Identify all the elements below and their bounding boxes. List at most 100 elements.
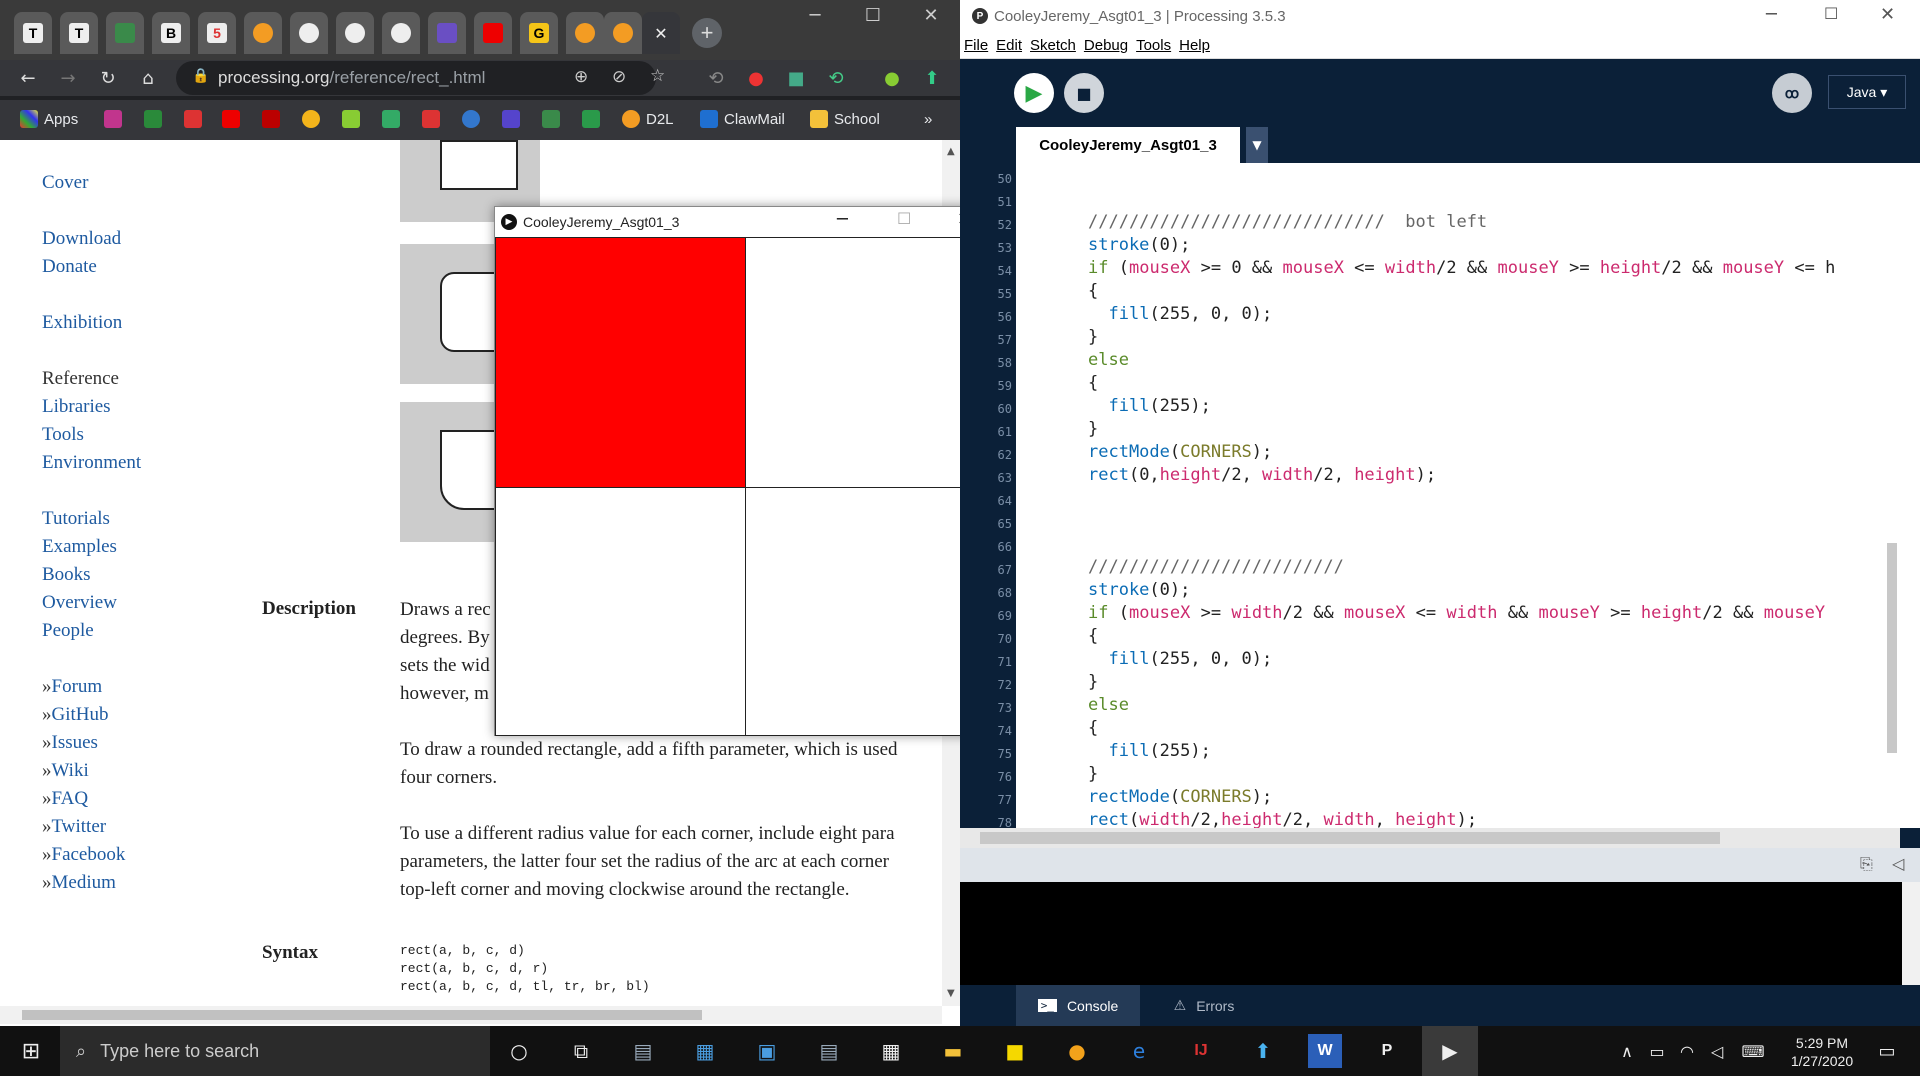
scroll-down-icon[interactable]: ▼ (947, 988, 955, 999)
console-scrollbar[interactable] (1902, 882, 1920, 985)
app-icon[interactable]: ▤ (626, 1034, 660, 1068)
editor-horizontal-scrollbar[interactable] (960, 828, 1900, 848)
bookmark[interactable] (542, 108, 566, 130)
nav-examples[interactable]: Examples (42, 536, 117, 558)
star-icon[interactable]: ☆ (650, 66, 665, 86)
browser-tab[interactable] (474, 12, 512, 54)
menu-edit[interactable]: Edit (996, 37, 1022, 54)
zoom-icon[interactable]: ⊕ (574, 67, 588, 87)
scroll-thumb[interactable] (22, 1010, 702, 1020)
ext-link-forum[interactable]: »Forum (42, 676, 102, 698)
app-icon[interactable]: ▤ (812, 1034, 846, 1068)
tab-menu-icon[interactable]: ▼ (1246, 127, 1268, 163)
scroll-thumb[interactable] (980, 832, 1720, 844)
bookmark-d2l[interactable]: D2L (622, 108, 674, 130)
extension-icon[interactable]: ⟲ (704, 66, 728, 90)
nav-donate[interactable]: Donate (42, 256, 97, 278)
nav-people[interactable]: People (42, 620, 94, 642)
edge-icon[interactable]: e (1122, 1034, 1156, 1068)
forward-icon[interactable]: → (56, 66, 80, 90)
minimize-button[interactable]: ─ (786, 0, 844, 30)
browser-tab-active[interactable]: ✕ (642, 12, 680, 54)
nav-overview[interactable]: Overview (42, 592, 117, 614)
browser-tab[interactable] (336, 12, 374, 54)
browser-tab[interactable]: T (60, 12, 98, 54)
tab-sketch[interactable]: CooleyJeremy_Asgt01_3 (1016, 127, 1240, 163)
file-explorer-icon[interactable]: ▬ (936, 1034, 970, 1068)
ext-link-twitter[interactable]: »Twitter (42, 816, 106, 838)
bookmark[interactable] (144, 108, 168, 130)
tab-console[interactable]: >_ Console (1016, 985, 1140, 1026)
menu-tools[interactable]: Tools (1136, 37, 1171, 54)
browser-tab[interactable]: G (520, 12, 558, 54)
ext-link-github[interactable]: »GitHub (42, 704, 109, 726)
sticky-notes-icon[interactable]: ■ (998, 1034, 1032, 1068)
browser-tab[interactable] (290, 12, 328, 54)
browser-tab[interactable]: T (14, 12, 52, 54)
intellij-icon[interactable]: IJ (1184, 1034, 1218, 1068)
nav-tools[interactable]: Tools (42, 424, 84, 446)
close-button[interactable]: ✕ (1880, 4, 1895, 25)
bookmark[interactable] (184, 108, 208, 130)
browser-tab[interactable] (106, 12, 144, 54)
copy-icon[interactable]: ⎘ (1860, 854, 1873, 874)
browser-tab[interactable]: 5 (198, 12, 236, 54)
bookmark[interactable] (104, 108, 128, 130)
browser-tab[interactable] (604, 12, 642, 54)
task-view-icon[interactable]: ⧉ (564, 1034, 598, 1068)
update-icon[interactable]: ⬆ (920, 66, 944, 90)
notifications-icon[interactable]: ▭ (1870, 1034, 1904, 1068)
stop-button[interactable]: ■ (1064, 73, 1104, 113)
nav-download[interactable]: Download (42, 228, 121, 250)
taskbar-active-app[interactable]: ▶ (1422, 1026, 1478, 1076)
ext-link-facebook[interactable]: »Facebook (42, 844, 125, 866)
keyboard-icon[interactable]: ⌨ (1736, 1034, 1770, 1068)
mode-selector[interactable]: Java ▾ (1828, 75, 1906, 109)
editor-vertical-scrollbar[interactable] (1884, 163, 1900, 828)
menu-debug[interactable]: Debug (1084, 37, 1128, 54)
processing-icon[interactable]: P (1370, 1034, 1404, 1068)
reload-icon[interactable]: ↻ (96, 66, 120, 90)
bookmark[interactable] (342, 108, 366, 130)
back-icon[interactable]: ← (16, 66, 40, 90)
avatar[interactable]: ● (880, 66, 904, 90)
volume-icon[interactable]: ◁ (1700, 1034, 1734, 1068)
browser-tab[interactable] (382, 12, 420, 54)
cortana-icon[interactable]: ○ (502, 1034, 536, 1068)
minimize-button[interactable]: ─ (1766, 4, 1777, 25)
bookmark-clawmail[interactable]: ClawMail (700, 108, 785, 130)
horizontal-scrollbar[interactable] (0, 1006, 942, 1024)
browser-tab[interactable] (244, 12, 282, 54)
nav-libraries[interactable]: Libraries (42, 396, 111, 418)
collapse-icon[interactable]: ◁ (1892, 854, 1904, 873)
nav-books[interactable]: Books (42, 564, 91, 586)
nav-cover[interactable]: Cover (42, 172, 88, 194)
home-icon[interactable]: ⌂ (136, 66, 160, 90)
clock[interactable]: 5:29 PM 1/27/2020 (1782, 1034, 1862, 1070)
minimize-button[interactable]: ─ (837, 209, 848, 230)
close-icon[interactable]: ✕ (654, 24, 667, 43)
extension-icon[interactable]: ⟲ (824, 66, 848, 90)
extension-icon[interactable]: ■ (784, 66, 808, 90)
bookmark[interactable] (302, 108, 326, 130)
new-tab-button[interactable]: + (692, 18, 722, 48)
ext-link-faq[interactable]: »FAQ (42, 788, 88, 810)
bookmark[interactable] (262, 108, 286, 130)
browser-tab[interactable] (566, 12, 604, 54)
bookmark-apps[interactable]: Apps (20, 108, 78, 130)
browser-tab[interactable]: B (152, 12, 190, 54)
extension-icon[interactable]: ● (744, 66, 768, 90)
nav-exhibition[interactable]: Exhibition (42, 312, 122, 334)
bookmark[interactable] (222, 108, 246, 130)
ext-link-issues[interactable]: »Issues (42, 732, 98, 754)
bookmark[interactable] (462, 108, 486, 130)
battery-icon[interactable]: ▭ (1640, 1034, 1674, 1068)
tray-expand-icon[interactable]: ∧ (1610, 1034, 1644, 1068)
chrome-icon[interactable]: ● (1060, 1034, 1094, 1068)
app-icon[interactable]: ▦ (688, 1034, 722, 1068)
bookmark[interactable] (382, 108, 406, 130)
nav-environment[interactable]: Environment (42, 452, 141, 474)
bookmark[interactable] (582, 108, 606, 130)
app-icon[interactable]: ▣ (750, 1034, 784, 1068)
bookmark-school[interactable]: School (810, 108, 880, 130)
